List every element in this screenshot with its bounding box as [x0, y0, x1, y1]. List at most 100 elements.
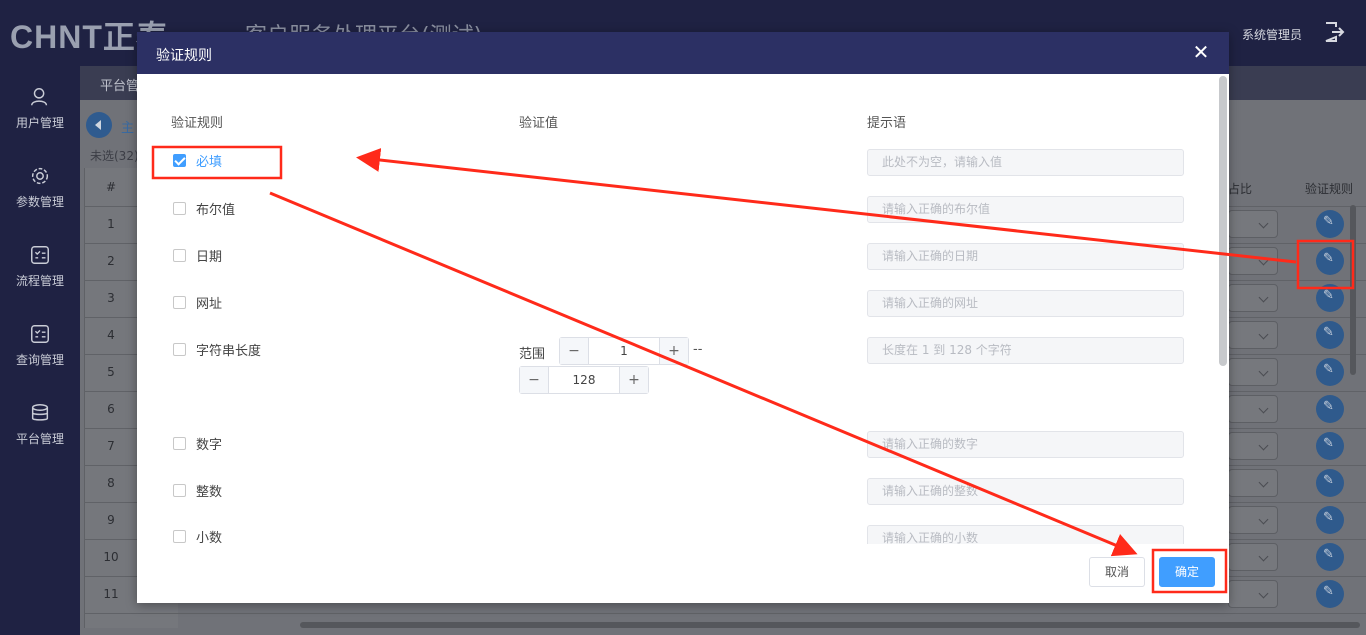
increment-button[interactable]: + — [619, 367, 648, 393]
back-button[interactable] — [86, 112, 112, 138]
sidebar-item-params[interactable]: 参数管理 — [0, 165, 80, 235]
hint-input-string-length[interactable]: 长度在 1 到 128 个字符 — [867, 337, 1184, 364]
edit-rule-icon[interactable] — [1316, 358, 1344, 386]
edit-rule-icon[interactable] — [1316, 469, 1344, 497]
table-row-number: 7 — [107, 439, 115, 453]
tab-platform[interactable]: 平台管 — [100, 75, 139, 94]
sidebar-item-label: 用户管理 — [15, 116, 64, 130]
hint-input-number[interactable]: 请输入正确的数字 — [867, 431, 1184, 458]
range-min-stepper[interactable]: − 1 + — [559, 337, 689, 365]
column-header-value: 验证值 — [519, 116, 559, 131]
edit-rule-icon[interactable] — [1316, 580, 1344, 608]
table-row-number: 4 — [107, 328, 115, 342]
number-checkbox[interactable] — [173, 437, 186, 450]
range-max-value[interactable]: 128 — [549, 367, 619, 393]
hint-input-required[interactable]: 此处不为空，请输入值 — [867, 149, 1184, 176]
table-header-index: # — [105, 180, 117, 194]
increment-button[interactable]: + — [659, 338, 688, 364]
close-icon[interactable]: ✕ — [1191, 41, 1211, 63]
rule-label: 网址 — [196, 297, 223, 312]
ratio-select[interactable] — [1228, 247, 1278, 275]
table-row-number: 6 — [107, 402, 115, 416]
edit-rule-icon[interactable] — [1316, 321, 1344, 349]
sidebar-item-users[interactable]: 用户管理 — [0, 86, 80, 156]
table-row-number: 11 — [103, 587, 119, 601]
validation-rule-dialog: 验证规则 ✕ 验证规则 验证值 提示语 必填 此处不为空，请输入值 布尔值 请输… — [137, 32, 1229, 603]
current-user[interactable]: 系统管理员 — [1242, 26, 1302, 43]
rule-label: 小数 — [196, 531, 223, 544]
hint-input-date[interactable]: 请输入正确的日期 — [867, 243, 1184, 270]
required-checkbox[interactable] — [173, 154, 186, 167]
sidebar-item-query[interactable]: 查询管理 — [0, 323, 80, 393]
sidebar-item-label: 查询管理 — [15, 353, 64, 367]
rule-label: 必填 — [196, 155, 223, 170]
sidebar-item-process[interactable]: 流程管理 — [0, 244, 80, 314]
ratio-select[interactable] — [1228, 210, 1278, 238]
table-row-number: 8 — [107, 476, 115, 490]
ratio-select[interactable] — [1228, 543, 1278, 571]
edit-rule-icon[interactable] — [1316, 395, 1344, 423]
ratio-select[interactable] — [1228, 358, 1278, 386]
ratio-select[interactable] — [1228, 506, 1278, 534]
ratio-select[interactable] — [1228, 321, 1278, 349]
rule-label: 日期 — [196, 250, 223, 265]
query-icon — [31, 325, 49, 343]
boolean-checkbox[interactable] — [173, 202, 186, 215]
edit-rule-icon[interactable] — [1316, 543, 1344, 571]
process-icon — [31, 246, 49, 264]
edit-rule-icon[interactable] — [1316, 210, 1344, 238]
clipped-rows: 小数 请输入正确的小数 — [137, 520, 1217, 544]
hint-input-decimal[interactable]: 请输入正确的小数 — [867, 525, 1184, 544]
table-row-number: 1 — [107, 217, 115, 231]
rule-label: 数字 — [196, 438, 223, 453]
edit-rule-icon[interactable] — [1316, 432, 1344, 460]
table-vertical-scrollbar[interactable] — [1350, 205, 1356, 375]
edit-rule-icon[interactable] — [1316, 506, 1344, 534]
range-min-value[interactable]: 1 — [589, 338, 659, 364]
ratio-select[interactable] — [1228, 395, 1278, 423]
range-max-stepper[interactable]: − 128 + — [519, 366, 649, 394]
ratio-select[interactable] — [1228, 432, 1278, 460]
sidebar-item-label: 平台管理 — [15, 432, 64, 446]
cancel-button[interactable]: 取消 — [1089, 557, 1145, 587]
hint-input-url[interactable]: 请输入正确的网址 — [867, 290, 1184, 317]
date-checkbox[interactable] — [173, 249, 186, 262]
edit-rule-icon[interactable] — [1316, 284, 1344, 312]
dialog-header: 验证规则 ✕ — [137, 32, 1229, 74]
ratio-select[interactable] — [1228, 469, 1278, 497]
string-length-checkbox[interactable] — [173, 343, 186, 356]
rule-label: 字符串长度 — [196, 344, 262, 359]
decimal-checkbox[interactable] — [173, 530, 186, 543]
table-row-number: 2 — [107, 254, 115, 268]
ok-button[interactable]: 确定 — [1159, 557, 1215, 587]
decrement-button[interactable]: − — [520, 367, 549, 393]
hint-input-integer[interactable]: 请输入正确的整数 — [867, 478, 1184, 505]
sidebar: 用户管理 参数管理 流程管理 查询管理 平台管理 — [0, 66, 80, 635]
table-horizontal-scrollbar[interactable] — [300, 622, 1360, 628]
url-checkbox[interactable] — [173, 296, 186, 309]
gear-icon — [31, 167, 49, 185]
decrement-button[interactable]: − — [560, 338, 589, 364]
table-row-number: 9 — [107, 513, 115, 527]
sidebar-item-label: 参数管理 — [15, 195, 64, 209]
rule-label: 布尔值 — [196, 203, 236, 218]
dialog-scrollbar[interactable] — [1219, 76, 1227, 366]
ratio-select[interactable] — [1228, 580, 1278, 608]
edit-rule-icon[interactable] — [1316, 247, 1344, 275]
hint-input-boolean[interactable]: 请输入正确的布尔值 — [867, 196, 1184, 223]
rule-label: 整数 — [196, 485, 223, 500]
range-label: 范围 — [519, 347, 546, 362]
integer-checkbox[interactable] — [173, 484, 186, 497]
breadcrumb[interactable]: 主 — [121, 117, 134, 136]
table-row-number: 5 — [107, 365, 115, 379]
column-header-hint: 提示语 — [867, 116, 907, 131]
sidebar-item-platform[interactable]: 平台管理 — [0, 402, 80, 472]
ratio-select[interactable] — [1228, 284, 1278, 312]
dialog-title: 验证规则 — [156, 48, 212, 64]
column-header-rule: 验证规则 — [171, 116, 224, 131]
range-separator: -- — [693, 342, 703, 357]
logout-icon[interactable] — [1322, 20, 1346, 44]
table-row-number: 3 — [107, 291, 115, 305]
column-header-rule: 验证规则 — [1305, 182, 1354, 196]
database-icon — [31, 404, 49, 421]
